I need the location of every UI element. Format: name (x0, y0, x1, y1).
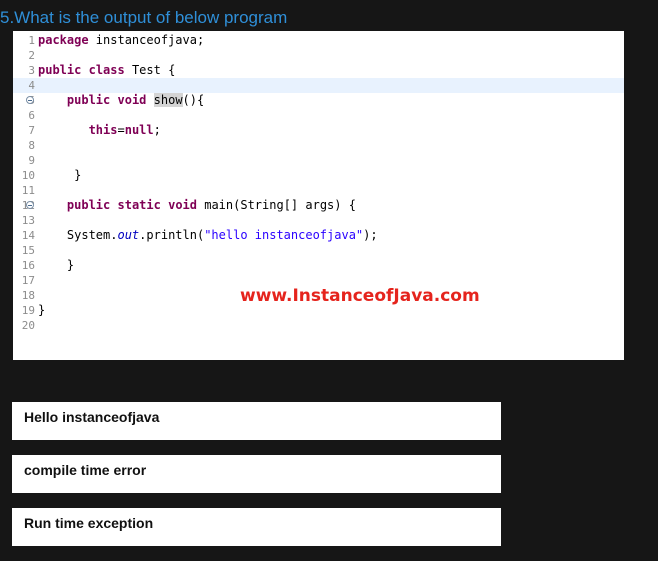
line-number: 7 (28, 124, 35, 137)
code-editor: 1 package instanceofjava; 2 3 public class T… (13, 31, 624, 360)
code-line: 6 (13, 108, 624, 123)
line-number: 14 (21, 229, 35, 242)
code-text: } (38, 303, 45, 318)
answer-option-2[interactable]: compile time error (12, 455, 501, 493)
answer-option-label: Run time exception (24, 515, 154, 531)
code-token: out (117, 228, 140, 242)
code-line: 14 System.out.println("hello instanceofj… (13, 228, 624, 243)
line-number: 18 (21, 289, 35, 302)
question-title: 5.What is the output of below program (0, 8, 288, 27)
answer-option-label: compile time error (24, 462, 147, 478)
line-number: 1 (28, 34, 35, 47)
keyword-token: public (66, 198, 111, 212)
line-number: 11 (21, 184, 35, 197)
code-token: System. (38, 228, 118, 242)
answer-option-3[interactable]: Run time exception (12, 508, 501, 546)
keyword-token: class (88, 63, 125, 77)
keyword-token: static (117, 198, 161, 212)
keyword-token: public (66, 93, 111, 107)
code-line: 11 (13, 183, 624, 198)
code-token: (){ (182, 93, 205, 107)
keyword-token: void (117, 93, 147, 107)
code-line: 8 (13, 138, 624, 153)
fold-toggle-icon[interactable] (26, 201, 34, 209)
keyword-token: this (88, 123, 118, 137)
code-line: 9 (13, 153, 624, 168)
code-token: } (38, 303, 46, 317)
line-number: 8 (28, 139, 35, 152)
line-number: 10 (21, 169, 35, 182)
code-token: main(String[] args) { (197, 198, 356, 212)
code-line: 5 public void show(){ (13, 93, 624, 108)
code-line: 16 } (13, 258, 624, 273)
line-number: 19 (21, 304, 35, 317)
code-text: package instanceofjava; (38, 33, 204, 48)
code-token: Test { (124, 63, 176, 77)
code-line: 7 this=null; (13, 123, 624, 138)
code-token: ); (363, 228, 378, 242)
code-line: 3 public class Test { (13, 63, 624, 78)
code-line: 1 package instanceofjava; (13, 33, 624, 48)
fold-toggle-icon[interactable] (26, 96, 34, 104)
code-token: } (38, 168, 82, 182)
code-token: = (117, 123, 125, 137)
code-token: show (153, 93, 183, 107)
code-text: public void show(){ (38, 93, 204, 108)
string-token: "hello instanceofjava" (204, 228, 364, 242)
keyword-token: package (38, 33, 89, 47)
code-token: ; (153, 123, 161, 137)
code-text: public class Test { (38, 63, 175, 78)
line-number: 16 (21, 259, 35, 272)
code-line: 13 (13, 213, 624, 228)
answer-option-label: Hello instanceofjava (24, 409, 160, 425)
code-line: 12 public static void main(String[] args… (13, 198, 624, 213)
line-number: 6 (28, 109, 35, 122)
keyword-token: void (168, 198, 197, 212)
line-number: 4 (28, 79, 35, 92)
line-number: 2 (28, 49, 35, 62)
answer-option-1[interactable]: Hello instanceofjava (12, 402, 501, 440)
line-number: 15 (21, 244, 35, 257)
code-line: 15 (13, 243, 624, 258)
code-text: } (38, 168, 81, 183)
line-number: 20 (21, 319, 35, 332)
code-line: 4 (13, 78, 624, 93)
code-text: System.out.println("hello instanceofjava… (38, 228, 378, 243)
code-token: .println( (139, 228, 205, 242)
code-text: public static void main(String[] args) { (38, 198, 356, 213)
line-number: 3 (28, 64, 35, 77)
code-text: this=null; (38, 123, 161, 138)
code-line: 20 (13, 318, 624, 333)
keyword-token: null (124, 123, 154, 137)
code-token: instanceofjava; (88, 33, 205, 47)
line-number: 17 (21, 274, 35, 287)
line-number: 13 (21, 214, 35, 227)
keyword-token: public (38, 63, 82, 77)
code-line: 2 (13, 48, 624, 63)
code-text: } (38, 258, 74, 273)
code-token: } (38, 258, 75, 272)
code-line: 10 } (13, 168, 624, 183)
line-number: 9 (28, 154, 35, 167)
watermark-text: www.InstanceofJava.com (240, 286, 480, 306)
